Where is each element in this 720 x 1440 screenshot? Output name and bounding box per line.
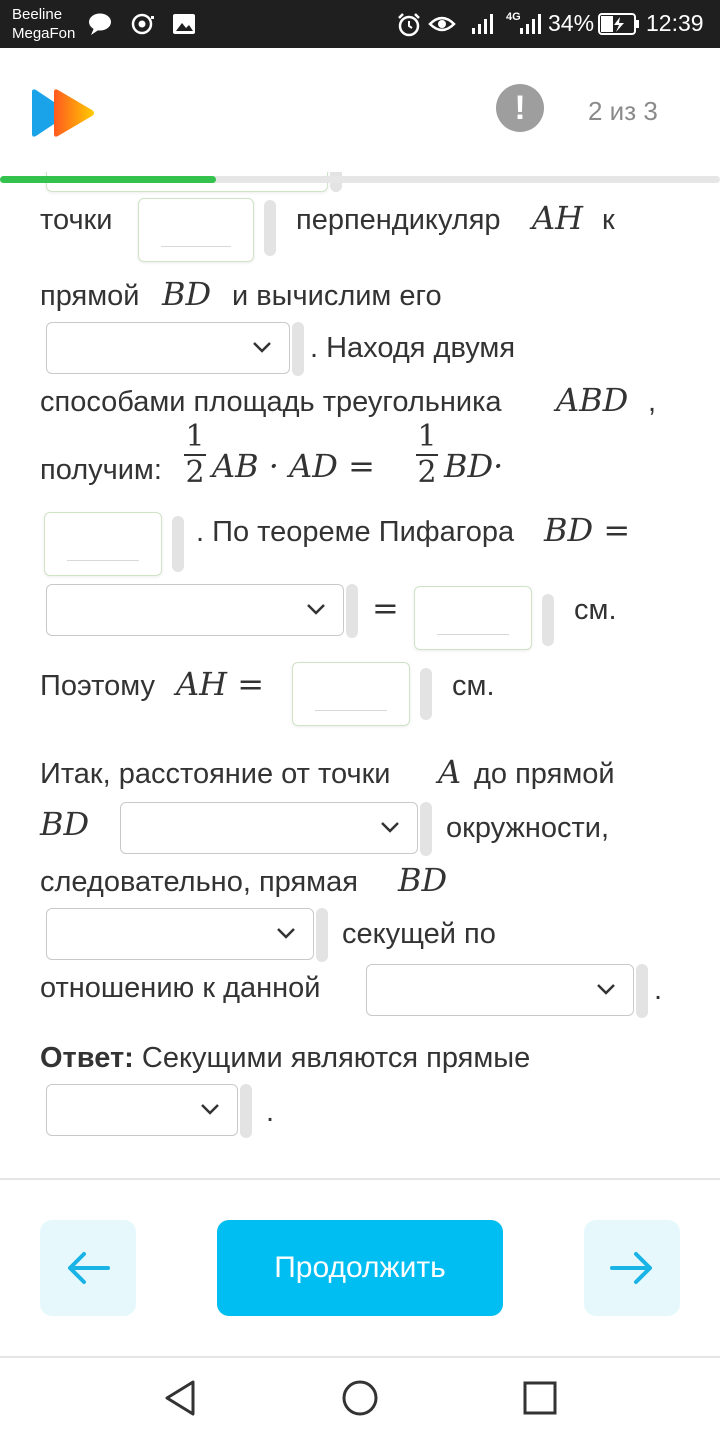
text-perpendicular: перпендикуляр (296, 204, 501, 236)
report-issue-button[interactable]: ! (496, 84, 544, 132)
chevron-down-icon (277, 928, 295, 939)
text-pryamoy: прямой (40, 280, 140, 312)
answer-label: Ответ: (40, 1042, 134, 1074)
home-circle-icon[interactable] (340, 1378, 380, 1418)
settings-sync-icon (131, 13, 154, 35)
answer-line: Ответ: Секущими являются прямые (40, 1040, 530, 1076)
dropdown-length[interactable] (46, 322, 290, 374)
input-drag-handle (346, 584, 358, 638)
chevron-down-icon (381, 822, 399, 833)
recents-square-icon[interactable] (522, 1380, 558, 1416)
dropdown-bd-expression[interactable] (46, 584, 344, 636)
carrier-1: Beeline (12, 6, 63, 23)
text-period: . (654, 974, 663, 1006)
answer-input-point[interactable] (138, 198, 254, 262)
arrow-left-icon (68, 1252, 110, 1284)
math-bd-3: BD (398, 861, 448, 899)
forward-button[interactable] (584, 1220, 680, 1316)
text-tochki: точки (40, 204, 113, 236)
fraction-denominator: 2 (185, 455, 205, 490)
fraction-numerator: 1 (185, 419, 205, 454)
input-drag-handle (264, 200, 276, 256)
text-distance-from-point: Итак, расстояние от точки (40, 758, 391, 790)
fraction-denominator: 2 (417, 455, 437, 490)
dropdown-answer-lines[interactable] (46, 1084, 238, 1136)
text-and-compute: и вычислим его (232, 280, 442, 312)
input-drag-handle (420, 668, 432, 720)
text-pythagoras: . По теореме Пифагора (196, 516, 515, 548)
status-bar: Beeline MegaFon 4G 34% 12:39 (0, 0, 720, 48)
continue-button[interactable]: Продолжить (217, 1220, 503, 1316)
back-triangle-icon[interactable] (162, 1378, 198, 1418)
text-cm: см. (574, 594, 617, 626)
carrier-info: Beeline MegaFon (12, 5, 75, 43)
image-icon (173, 14, 195, 34)
battery-charging-icon (598, 13, 639, 35)
app-header: ! 2 из 3 (0, 48, 720, 172)
answer-input-ah[interactable] (292, 662, 410, 726)
answer-text: Секущими являются прямые (141, 1042, 531, 1074)
dropdown-is-secant[interactable] (46, 908, 314, 960)
fraction-half-2: 1 2 (416, 422, 438, 488)
answer-input-bd[interactable] (414, 586, 532, 650)
chevron-down-icon (597, 984, 615, 995)
text-relative-to: отношению к данной (40, 972, 321, 1004)
input-drag-handle (542, 594, 554, 646)
math-ah: AH (532, 199, 584, 237)
text-area-triangle: способами площадь треугольника (40, 386, 502, 418)
input-drag-handle (240, 1084, 252, 1138)
text-answer-period: . (266, 1096, 275, 1128)
text-finding-two-ways: . Находя двумя (310, 332, 516, 364)
input-drag-handle (292, 322, 304, 376)
system-navigation-bar (0, 1358, 720, 1440)
math-bd-dot: BD· (444, 447, 504, 485)
text-poluchim: получим: (40, 454, 162, 486)
answer-input-factor[interactable] (44, 512, 162, 576)
fraction-numerator: 1 (417, 419, 437, 454)
page-counter: 2 из 3 (588, 96, 658, 126)
battery-percent: 34% (548, 10, 595, 36)
progress-bar (0, 176, 720, 183)
input-drag-handle (420, 802, 432, 856)
chat-bubble-icon (89, 13, 111, 35)
math-abd: ABD (556, 381, 629, 419)
input-drag-handle (172, 516, 184, 572)
text-cm-2: см. (452, 670, 495, 702)
fraction-half-1: 1 2 (184, 422, 206, 488)
math-bd: BD (162, 275, 212, 313)
dropdown-figure[interactable] (366, 964, 634, 1016)
back-button[interactable] (40, 1220, 136, 1316)
math-equals: = (372, 589, 399, 627)
alarm-icon (398, 13, 420, 37)
chevron-down-icon (253, 342, 271, 353)
text-consequently: следовательно, прямая (40, 866, 358, 898)
carrier-2: MegaFon (12, 25, 76, 42)
text-comma: , (648, 386, 657, 418)
text-therefore: Поэтому (40, 670, 155, 702)
text-secant: секущей по (342, 918, 496, 950)
text-k: к (602, 204, 615, 236)
progress-fill (0, 176, 216, 183)
signal-icon-2 (520, 14, 541, 34)
clock: 12:39 (646, 10, 704, 36)
task-content: точки перпендикуляр AH к прямой BD и выч… (0, 150, 720, 1180)
signal-icon (472, 14, 493, 34)
input-drag-handle (316, 908, 328, 962)
footer-divider (0, 1178, 720, 1180)
input-drag-handle (636, 964, 648, 1018)
text-to-line: до прямой (474, 758, 615, 790)
math-ah-equals: AH = (176, 665, 264, 703)
math-a: A (438, 753, 462, 791)
math-bd-equals: BD = (544, 511, 631, 549)
chevron-down-icon (201, 1104, 219, 1115)
chevron-down-icon (307, 604, 325, 615)
eye-icon (428, 16, 456, 32)
arrow-right-icon (610, 1252, 652, 1284)
text-circle: окружности, (446, 812, 610, 844)
math-bd-2: BD (40, 805, 90, 843)
app-logo-icon (32, 89, 94, 137)
math-ab-ad: AB · AD = (212, 447, 375, 485)
dropdown-compare-radius[interactable] (120, 802, 418, 854)
